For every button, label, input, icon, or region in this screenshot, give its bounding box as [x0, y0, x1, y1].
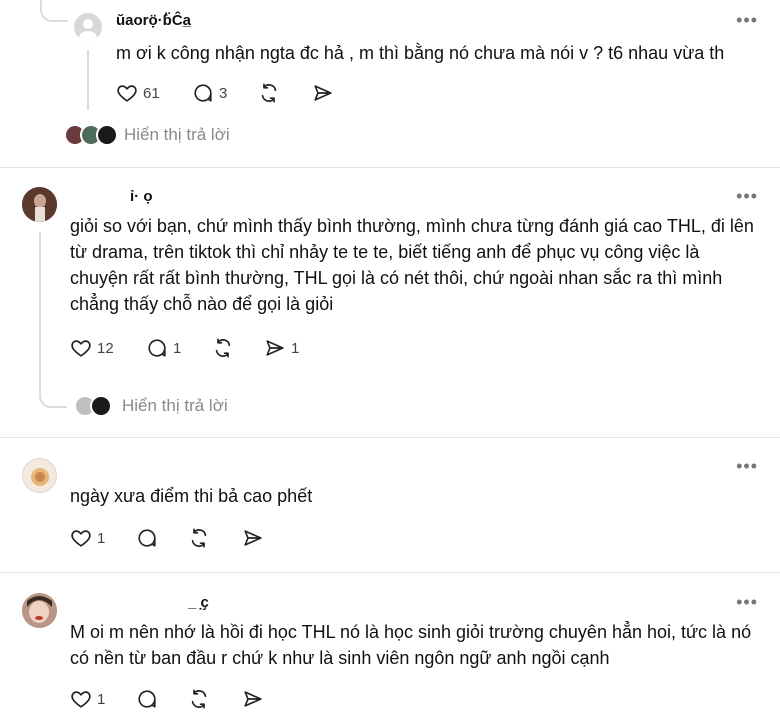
like-button[interactable]: 61 — [116, 82, 160, 104]
send-icon — [314, 85, 332, 101]
comment-bubble-icon — [194, 84, 212, 102]
heart-icon — [71, 691, 91, 708]
send-icon — [244, 530, 262, 546]
thread-connector — [39, 380, 67, 408]
like-count: 61 — [143, 84, 160, 102]
repost-button[interactable] — [188, 688, 210, 710]
thread-line — [87, 50, 89, 110]
avatar[interactable] — [74, 13, 102, 41]
comment-button[interactable] — [136, 688, 158, 710]
more-options-icon[interactable]: ••• — [736, 186, 758, 207]
divider — [0, 167, 780, 168]
repost-icon — [191, 689, 207, 709]
like-count: 1 — [97, 529, 106, 547]
divider — [0, 437, 780, 438]
action-bar: 1 — [70, 527, 330, 553]
thread-connector — [40, 0, 68, 22]
reply-avatar — [96, 124, 118, 146]
avatar[interactable] — [22, 593, 57, 628]
comment-button[interactable]: 3 — [192, 82, 227, 104]
send-icon — [266, 340, 284, 356]
send-icon — [244, 691, 262, 707]
heart-icon — [71, 530, 91, 547]
share-button[interactable] — [242, 688, 264, 710]
comment-count: 3 — [219, 84, 228, 102]
show-replies-label: Hiển thị trả lời — [124, 125, 230, 144]
comment-text: giỏi so với bạn, chứ mình thấy bình thườ… — [70, 216, 754, 314]
comment-text: ngày xưa điểm thi bả cao phết — [70, 486, 313, 506]
comment-bubble-icon — [148, 339, 166, 357]
show-replies-link[interactable]: Hiển thị trả lời — [64, 124, 230, 146]
like-count: 1 — [97, 690, 106, 708]
divider — [0, 572, 780, 573]
action-bar: 61 3 — [116, 82, 376, 108]
share-button[interactable]: 1 — [264, 337, 299, 359]
repost-icon — [215, 338, 231, 358]
repost-button[interactable] — [212, 337, 234, 359]
comment-button[interactable]: 1 — [146, 337, 181, 359]
show-replies-label: Hiển thị trả lời — [122, 396, 228, 415]
comment-text: M oi m nên nhớ là hồi đi học THL nó là h… — [70, 622, 752, 668]
username[interactable]: ŭaorọ̈·ɓ̈Ĉa̲ — [116, 12, 191, 29]
repost-button[interactable] — [188, 527, 210, 549]
comment-button[interactable] — [136, 527, 158, 549]
repost-button[interactable] — [258, 82, 280, 104]
share-button[interactable] — [242, 527, 264, 549]
action-bar: 12 1 1 — [70, 337, 330, 363]
share-count: 1 — [291, 339, 300, 357]
like-button[interactable]: 1 — [70, 688, 105, 710]
more-options-icon[interactable]: ••• — [736, 592, 758, 613]
like-button[interactable]: 1 — [70, 527, 105, 549]
more-options-icon[interactable]: ••• — [736, 10, 758, 31]
heart-icon — [71, 340, 91, 357]
repost-icon — [261, 83, 277, 103]
avatar[interactable] — [22, 458, 57, 493]
reply-avatar — [90, 395, 112, 417]
show-replies-link[interactable]: Hiển thị trả lời — [74, 395, 228, 417]
comment-bubble-icon — [138, 529, 156, 547]
comment-bubble-icon — [138, 690, 156, 708]
comment-text: m ơi k công nhận ngta đc hả , m thì bằng… — [116, 43, 725, 63]
thread-line — [39, 232, 41, 382]
action-bar: 1 — [70, 688, 330, 714]
avatar[interactable] — [22, 187, 57, 222]
username[interactable]: _ ̣ҫ — [188, 594, 209, 611]
repost-icon — [191, 528, 207, 548]
more-options-icon[interactable]: ••• — [736, 456, 758, 477]
like-count: 12 — [97, 339, 114, 357]
username[interactable]: ỉ· ọ — [130, 188, 153, 205]
comment-count: 1 — [173, 339, 182, 357]
share-button[interactable] — [312, 82, 334, 104]
heart-icon — [117, 85, 137, 102]
like-button[interactable]: 12 — [70, 337, 114, 359]
